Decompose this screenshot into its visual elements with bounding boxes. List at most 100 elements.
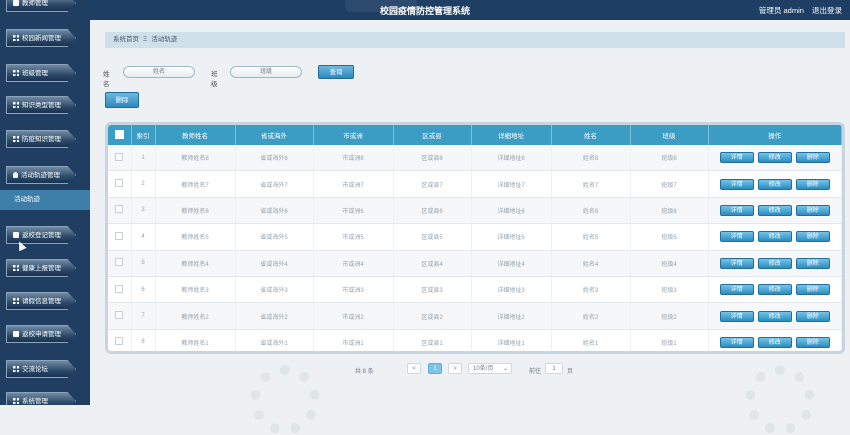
prev-page-button[interactable]: < [407, 363, 421, 374]
user-area: 管理员 admin 退出登录 [753, 5, 842, 16]
page-suffix: 页 [567, 369, 574, 375]
row-checkbox[interactable] [108, 170, 132, 198]
row-actions: 详情 修改 删除 [708, 329, 842, 351]
table-row: 2 教师姓名7 省或海外7 市或洲7 区或县7 详细地址7 姓名7 班级7 详情 修改 删除 [108, 170, 842, 198]
breadcrumb-current: 活动轨迹 [151, 36, 178, 43]
table-cell: 姓名8 [551, 145, 631, 172]
column-header: 市或洲 [313, 125, 394, 145]
person-icon [13, 172, 18, 178]
column-header: 区或县 [393, 125, 472, 145]
sidebar-item-class[interactable]: 班级管理 [6, 64, 76, 82]
grid-icon [13, 298, 19, 304]
table-cell: 8 [131, 329, 156, 351]
table-cell: 姓名5 [551, 223, 631, 251]
class-search-input[interactable] [230, 66, 302, 78]
table-cell: 教师姓名3 [155, 276, 236, 304]
table-cell: 详细地址3 [471, 276, 552, 304]
table-cell: 区或县8 [393, 145, 472, 172]
select-all-checkbox[interactable] [108, 125, 132, 145]
detail-button[interactable]: 详情 [719, 336, 754, 348]
name-search-input[interactable] [123, 66, 195, 78]
detail-button[interactable]: 详情 [719, 257, 754, 269]
sidebar-item-forum[interactable]: 交流论坛 [6, 360, 76, 378]
edit-button[interactable]: 修改 [757, 231, 792, 243]
detail-button[interactable]: 详情 [719, 284, 754, 296]
column-header: 班级 [630, 125, 709, 145]
row-checkbox[interactable] [108, 197, 132, 225]
sidebar-item-knowledge-type[interactable]: 知识类型管理 [6, 96, 76, 114]
table-cell: 详细地址8 [471, 145, 552, 172]
detail-button[interactable]: 详情 [719, 204, 754, 216]
sidebar-item-news[interactable]: 校园新闻管理 [6, 29, 76, 47]
table-cell: 姓名1 [551, 329, 631, 351]
table-cell: 详细地址2 [471, 302, 552, 330]
edit-button[interactable]: 修改 [757, 178, 792, 190]
logout-link[interactable]: 退出登录 [812, 6, 842, 15]
edit-button[interactable]: 修改 [757, 152, 792, 164]
delete-button[interactable]: 删除 [795, 231, 830, 243]
table-row: 8 教师姓名1 省或海外1 市或洲1 区或县1 详细地址1 姓名1 班级1 详情 修改 删除 [108, 329, 842, 351]
edit-button[interactable]: 修改 [757, 336, 792, 348]
total-count: 共 8 条 [355, 369, 374, 375]
table-cell: 5 [131, 250, 156, 277]
sidebar-item-trajectory[interactable]: 活动轨迹管理 [6, 166, 76, 184]
row-actions: 详情 修改 删除 [708, 223, 842, 251]
next-page-button[interactable]: > [448, 363, 462, 374]
delete-button[interactable]: 删除 [795, 257, 830, 269]
sidebar-item-return-apply[interactable]: 返校申请管理 [6, 325, 76, 343]
table-cell: 市或洲5 [313, 223, 394, 251]
delete-button[interactable]: 删除 [795, 284, 830, 296]
grid-icon [13, 70, 19, 76]
table-cell: 6 [131, 276, 156, 304]
table-header-row: 索引 教师姓名 省或海外 市或洲 区或县 详细地址 姓名 班级 操作 [108, 125, 842, 145]
page-size-select[interactable]: 10条/页 ⌄ [468, 363, 512, 374]
sidebar-item-teacher[interactable]: 教师管理 [6, 0, 76, 12]
chevron-down-icon: ⌄ [502, 366, 508, 372]
column-header: 索引 [131, 125, 156, 145]
edit-button[interactable]: 修改 [757, 284, 792, 296]
table-cell: 姓名7 [551, 170, 631, 198]
table-cell: 省或海外8 [235, 145, 314, 172]
row-checkbox[interactable] [108, 223, 132, 251]
table-cell: 详细地址6 [471, 197, 552, 225]
detail-button[interactable]: 详情 [719, 178, 754, 190]
grid-icon [13, 366, 19, 372]
table-cell: 姓名2 [551, 302, 631, 330]
query-button[interactable]: 查询 [318, 65, 354, 79]
row-actions: 详情 修改 删除 [708, 170, 842, 198]
sidebar-item-prevention[interactable]: 防疫知识管理 [6, 130, 76, 148]
doc-icon [13, 0, 19, 6]
table-cell: 区或县3 [393, 276, 472, 304]
row-checkbox[interactable] [108, 329, 132, 351]
grid-icon [13, 136, 19, 142]
detail-button[interactable]: 详情 [719, 152, 754, 164]
detail-button[interactable]: 详情 [719, 310, 754, 322]
sidebar-item-leave[interactable]: 请假信息管理 [6, 292, 76, 310]
sidebar-subitem-trajectory[interactable]: 活动轨迹 [0, 190, 90, 210]
delete-button[interactable]: 删除 [795, 336, 830, 348]
detail-button[interactable]: 详情 [719, 231, 754, 243]
row-checkbox[interactable] [108, 145, 132, 172]
table-row: 6 教师姓名3 省或海外3 市或洲3 区或县3 详细地址3 姓名3 班级3 详情 修改 删除 [108, 276, 842, 304]
row-checkbox[interactable] [108, 302, 132, 330]
sidebar-item-health[interactable]: 健康上报管理 [6, 259, 76, 277]
delete-button[interactable]: 删除 [795, 178, 830, 190]
table-cell: 班级8 [630, 145, 709, 172]
row-checkbox[interactable] [108, 250, 132, 277]
edit-button[interactable]: 修改 [757, 204, 792, 216]
breadcrumb-home[interactable]: 系统首页 [113, 36, 139, 43]
row-checkbox[interactable] [108, 276, 132, 304]
table-cell: 详细地址7 [471, 170, 552, 198]
column-header: 教师姓名 [155, 125, 236, 145]
goto-page-input[interactable]: 1 [545, 363, 563, 374]
table-cell: 班级5 [630, 223, 709, 251]
delete-button[interactable]: 删除 [795, 152, 830, 164]
delete-button[interactable]: 删除 [795, 204, 830, 216]
edit-button[interactable]: 修改 [757, 257, 792, 269]
page-number-button[interactable]: 1 [428, 363, 442, 374]
batch-delete-button[interactable]: 删除 [105, 92, 139, 108]
sidebar-item-system[interactable]: 系统管理 [6, 392, 76, 405]
name-label: 姓名 [103, 71, 110, 88]
edit-button[interactable]: 修改 [757, 310, 792, 322]
delete-button[interactable]: 删除 [795, 310, 830, 322]
